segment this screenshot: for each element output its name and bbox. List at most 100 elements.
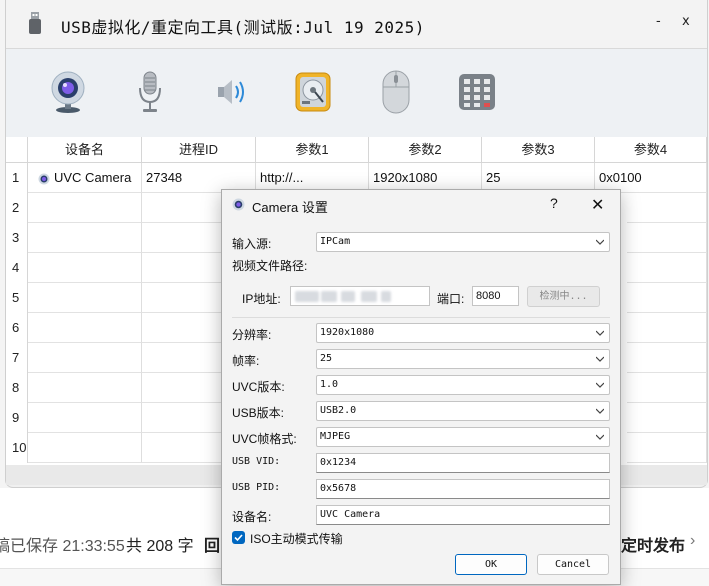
webcam-button[interactable]: [46, 67, 90, 117]
chevron-down-icon: [596, 239, 604, 245]
fps-value: 25: [320, 353, 333, 364]
table-cell-empty[interactable]: [28, 373, 142, 403]
minimize-button[interactable]: -: [656, 14, 661, 29]
dialog-close-button[interactable]: ✕: [591, 195, 604, 215]
dialog-title: Camera 设置: [252, 200, 328, 215]
usb-version-value: USB2.0: [320, 405, 357, 416]
usb-version-label: USB版本:: [232, 406, 285, 420]
table-cell-empty[interactable]: [28, 313, 142, 343]
hard-disk-button[interactable]: [291, 67, 335, 117]
column-header-pid[interactable]: 进程ID: [142, 137, 256, 163]
microphone-button[interactable]: [128, 67, 172, 117]
webcam-icon: [232, 198, 245, 211]
redacted-text: [321, 291, 337, 302]
camera-settings-dialog: Camera 设置 ? ✕ 输入源: IPCam 视频文件路径: IP地址: 端…: [221, 189, 621, 585]
row-number: 5: [6, 283, 28, 313]
uvc-format-value: MJPEG: [320, 431, 351, 442]
table-cell-empty[interactable]: [627, 283, 707, 313]
saved-status-text: 稿已保存 21:33:55: [0, 538, 125, 555]
divider: [232, 317, 610, 318]
uvc-version-label: UVC版本:: [232, 380, 285, 394]
iso-mode-label[interactable]: ISO主动模式传输: [250, 530, 343, 547]
input-source-select[interactable]: IPCam: [316, 232, 610, 252]
window-title: USB虚拟化/重定向工具(测试版:Jul 19 2025): [61, 18, 425, 37]
table-cell-empty[interactable]: [28, 193, 142, 223]
ip-address-label: IP地址:: [242, 292, 281, 306]
ok-button[interactable]: OK: [455, 554, 527, 575]
column-header-param1[interactable]: 参数1: [256, 137, 369, 163]
row-number: 9: [6, 403, 28, 433]
chevron-down-icon: [596, 408, 604, 414]
chevron-down-icon: [596, 434, 604, 440]
row-number: 8: [6, 373, 28, 403]
cancel-button[interactable]: Cancel: [537, 554, 609, 575]
table-cell-empty[interactable]: [28, 433, 142, 463]
word-count-text: 共 208 字: [126, 538, 194, 555]
mouse-icon: [382, 70, 410, 114]
table-cell-empty[interactable]: [627, 253, 707, 283]
column-header-param3[interactable]: 参数3: [482, 137, 595, 163]
iso-mode-checkbox[interactable]: [232, 531, 245, 544]
close-button[interactable]: x: [682, 14, 690, 29]
table-cell-empty[interactable]: [28, 343, 142, 373]
chevron-right-icon: ›: [690, 532, 696, 549]
table-cell-empty[interactable]: [627, 193, 707, 223]
mouse-button[interactable]: [374, 67, 418, 117]
port-label: 端口:: [437, 292, 465, 306]
port-input[interactable]: 8080: [472, 286, 519, 306]
column-header-param4[interactable]: 参数4: [595, 137, 707, 163]
table-cell-empty[interactable]: [627, 433, 707, 463]
device-toolbar: [6, 48, 707, 138]
uvc-version-select[interactable]: 1.0: [316, 375, 610, 395]
checkmark-icon: [234, 534, 243, 542]
column-header-device[interactable]: 设备名: [28, 137, 142, 163]
usb-pid-input[interactable]: 0x5678: [316, 479, 610, 499]
speaker-button[interactable]: [210, 67, 254, 117]
row-number: 6: [6, 313, 28, 343]
redacted-text: [295, 291, 319, 302]
chevron-down-icon: [596, 356, 604, 362]
title-bar: USB虚拟化/重定向工具(测试版:Jul 19 2025) - x: [6, 0, 707, 48]
scheduled-publish-button[interactable]: 定时发布: [621, 532, 685, 556]
table-cell-empty[interactable]: [627, 223, 707, 253]
background-button[interactable]: 回: [204, 532, 220, 556]
table-cell-empty[interactable]: [28, 283, 142, 313]
video-path-label: 视频文件路径:: [232, 259, 308, 273]
usb-vid-input[interactable]: 0x1234: [316, 453, 610, 473]
redacted-text: [341, 291, 355, 302]
table-cell-empty[interactable]: [627, 343, 707, 373]
table-cell-empty[interactable]: [28, 403, 142, 433]
row-number: 7: [6, 343, 28, 373]
row-number: 2: [6, 193, 28, 223]
uvc-format-select[interactable]: MJPEG: [316, 427, 610, 447]
row-number: 1: [6, 163, 28, 193]
table-cell-empty[interactable]: [28, 253, 142, 283]
fps-select[interactable]: 25: [316, 349, 610, 369]
keypad-button[interactable]: [455, 67, 499, 117]
fps-label: 帧率:: [232, 354, 260, 368]
table-cell-empty[interactable]: [627, 403, 707, 433]
table-cell-empty[interactable]: [28, 223, 142, 253]
ip-address-input[interactable]: [290, 286, 430, 306]
uvc-version-value: 1.0: [320, 379, 339, 390]
redacted-text: [381, 291, 391, 302]
column-header-param2[interactable]: 参数2: [369, 137, 482, 163]
uvc-format-label: UVC帧格式:: [232, 432, 297, 446]
speaker-icon: [218, 80, 244, 104]
device-name-label: 设备名:: [232, 510, 272, 524]
webcam-icon: [51, 71, 85, 113]
usb-icon: [29, 12, 41, 34]
resolution-select[interactable]: 1920x1080: [316, 323, 610, 343]
resolution-label: 分辨率:: [232, 328, 272, 342]
table-cell-empty[interactable]: [627, 313, 707, 343]
usb-pid-label: USB PID:: [232, 482, 281, 493]
webcam-icon: [38, 173, 50, 185]
device-name-input[interactable]: UVC Camera: [316, 505, 610, 525]
chevron-down-icon: [596, 330, 604, 336]
help-button[interactable]: ?: [550, 195, 558, 211]
microphone-icon: [139, 71, 161, 112]
table-cell-empty[interactable]: [627, 373, 707, 403]
detect-button[interactable]: 检测中...: [527, 286, 600, 307]
usb-version-select[interactable]: USB2.0: [316, 401, 610, 421]
hard-disk-icon: [295, 72, 331, 112]
